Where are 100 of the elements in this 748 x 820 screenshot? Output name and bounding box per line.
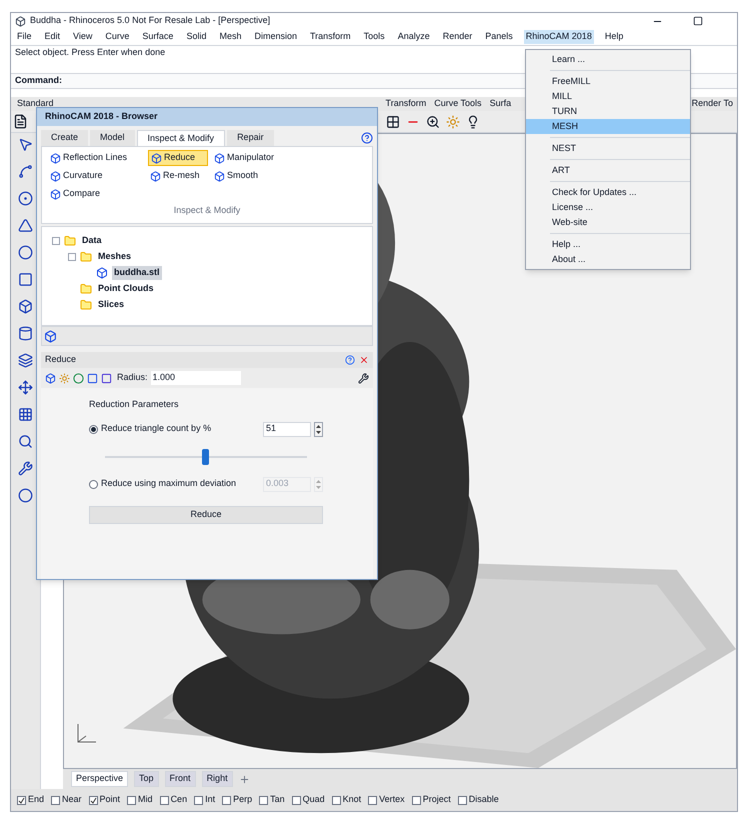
close-icon[interactable] bbox=[359, 355, 369, 365]
checkbox[interactable] bbox=[412, 796, 421, 804]
browser-tab[interactable]: Model bbox=[90, 130, 135, 146]
tree-item[interactable]: Slices bbox=[96, 298, 126, 312]
dropdown-item[interactable]: MESH bbox=[526, 119, 690, 134]
search-icon[interactable] bbox=[18, 434, 33, 449]
ribbon-button[interactable]: Reduce bbox=[148, 150, 208, 166]
dropdown-item[interactable]: TURN bbox=[526, 104, 690, 119]
checkbox[interactable] bbox=[332, 796, 341, 804]
dropdown-item[interactable]: Check for Updates ... bbox=[526, 185, 690, 200]
help-icon[interactable] bbox=[345, 355, 355, 365]
ribbon-button[interactable]: Curvature bbox=[48, 168, 144, 184]
checkbox[interactable] bbox=[194, 796, 204, 804]
square-icon[interactable] bbox=[101, 372, 112, 384]
checkbox[interactable] bbox=[368, 796, 378, 804]
dropdown-item[interactable]: License ... bbox=[526, 200, 690, 215]
menu-item[interactable]: Render bbox=[440, 30, 474, 44]
mesh-icon[interactable] bbox=[44, 330, 57, 342]
wrench-icon[interactable] bbox=[358, 372, 369, 384]
add-icon[interactable] bbox=[238, 774, 250, 784]
curve-icon[interactable] bbox=[18, 164, 33, 179]
checkbox[interactable] bbox=[458, 796, 467, 804]
checkbox[interactable] bbox=[51, 796, 60, 804]
radius-field[interactable]: 1.000 bbox=[150, 371, 241, 385]
dropdown-item[interactable]: About ... bbox=[526, 252, 690, 267]
checkbox[interactable] bbox=[292, 796, 301, 804]
browser-tab[interactable]: Create bbox=[41, 130, 88, 146]
cylinder-icon[interactable] bbox=[18, 326, 33, 341]
dropdown-item[interactable]: Help ... bbox=[526, 237, 690, 252]
move-icon[interactable] bbox=[18, 380, 33, 395]
value-field[interactable]: 51 bbox=[263, 422, 311, 436]
dropdown-item[interactable]: FreeMILL bbox=[526, 74, 690, 89]
pointer-icon[interactable] bbox=[18, 137, 33, 152]
toolbar-tab[interactable]: Transform bbox=[386, 97, 426, 111]
viewport-tab[interactable]: Perspective bbox=[71, 771, 128, 787]
dropdown-item[interactable]: NEST bbox=[526, 141, 690, 156]
square-icon[interactable] bbox=[87, 372, 98, 384]
dropdown-item[interactable]: Learn ... bbox=[526, 52, 690, 67]
menu-item[interactable]: Curve bbox=[103, 30, 132, 44]
ribbon-button[interactable]: Smooth bbox=[212, 168, 302, 184]
square-icon[interactable] bbox=[18, 272, 33, 287]
browser-tab[interactable]: Inspect & Modify bbox=[136, 130, 226, 146]
grid-icon[interactable] bbox=[18, 407, 33, 422]
menu-item[interactable]: Dimension bbox=[252, 30, 299, 44]
ribbon-button[interactable]: Compare bbox=[48, 186, 144, 202]
checkbox[interactable] bbox=[160, 796, 169, 804]
menu-item[interactable]: Analyze bbox=[396, 30, 432, 44]
sphere-icon[interactable] bbox=[73, 372, 84, 384]
maximize-icon[interactable] bbox=[693, 16, 703, 26]
toolbar-tab[interactable]: Curve Tools bbox=[434, 97, 482, 111]
toolbar-tab[interactable]: Surfa bbox=[490, 97, 512, 111]
ribbon-button[interactable]: Manipulator bbox=[212, 150, 302, 166]
cube-icon[interactable] bbox=[45, 372, 56, 384]
menu-item[interactable]: Help bbox=[602, 30, 626, 44]
reduce-button[interactable]: Reduce bbox=[89, 506, 323, 524]
menu-item[interactable]: Tools bbox=[362, 30, 387, 44]
dropdown-item[interactable]: MILL bbox=[526, 89, 690, 104]
browser-tab[interactable]: Repair bbox=[227, 130, 274, 146]
menu-item[interactable]: Transform bbox=[308, 30, 353, 44]
ribbon-button[interactable]: Reflection Lines bbox=[48, 150, 144, 166]
toolbar-tab[interactable]: Render To bbox=[692, 97, 733, 111]
menu-item[interactable]: RhinoCAM 2018 bbox=[524, 30, 594, 44]
menu-item[interactable]: Edit bbox=[42, 30, 62, 44]
checkbox[interactable] bbox=[259, 796, 268, 804]
tree-item[interactable]: Data bbox=[80, 234, 104, 248]
tree-item[interactable]: buddha.stl bbox=[112, 266, 162, 280]
circle-icon[interactable] bbox=[18, 191, 33, 206]
lightbulb-icon[interactable] bbox=[466, 114, 480, 128]
slider-thumb[interactable] bbox=[202, 448, 209, 464]
tree-item[interactable]: Meshes bbox=[96, 250, 134, 264]
ribbon-button[interactable]: Re-mesh bbox=[148, 168, 208, 184]
help-icon[interactable] bbox=[361, 132, 373, 144]
grid-icon[interactable] bbox=[386, 114, 400, 128]
box-icon[interactable] bbox=[18, 299, 33, 314]
viewport-tab[interactable]: Top bbox=[134, 771, 159, 787]
zoom-icon[interactable] bbox=[426, 114, 440, 128]
menu-item[interactable]: Solid bbox=[184, 30, 208, 44]
checkbox[interactable] bbox=[17, 796, 26, 804]
menu-item[interactable]: File bbox=[15, 30, 34, 44]
wrench-icon[interactable] bbox=[18, 461, 33, 476]
menu-item[interactable]: Mesh bbox=[217, 30, 244, 44]
checkbox[interactable] bbox=[222, 796, 232, 804]
viewport-tab[interactable]: Front bbox=[164, 771, 196, 787]
circle-icon[interactable] bbox=[18, 245, 33, 260]
checkbox[interactable] bbox=[88, 796, 98, 804]
radio-button[interactable] bbox=[89, 424, 98, 434]
tree-item[interactable]: Point Clouds bbox=[96, 282, 156, 296]
circle-icon[interactable] bbox=[18, 488, 33, 503]
toolbar-tab[interactable]: Standard bbox=[17, 97, 54, 111]
new-file-icon[interactable] bbox=[13, 114, 28, 129]
dropdown-item[interactable]: ART bbox=[526, 163, 690, 178]
menu-item[interactable]: View bbox=[71, 30, 94, 44]
viewport-tab[interactable]: Right bbox=[202, 771, 233, 787]
dropdown-item[interactable]: Web-site bbox=[526, 215, 690, 230]
layers-icon[interactable] bbox=[18, 353, 33, 368]
spinner-icon[interactable] bbox=[314, 422, 323, 436]
menu-item[interactable]: Panels bbox=[483, 30, 515, 44]
triangle-icon[interactable] bbox=[18, 218, 33, 233]
menu-item[interactable]: Surface bbox=[140, 30, 176, 44]
checkbox[interactable] bbox=[127, 796, 136, 804]
